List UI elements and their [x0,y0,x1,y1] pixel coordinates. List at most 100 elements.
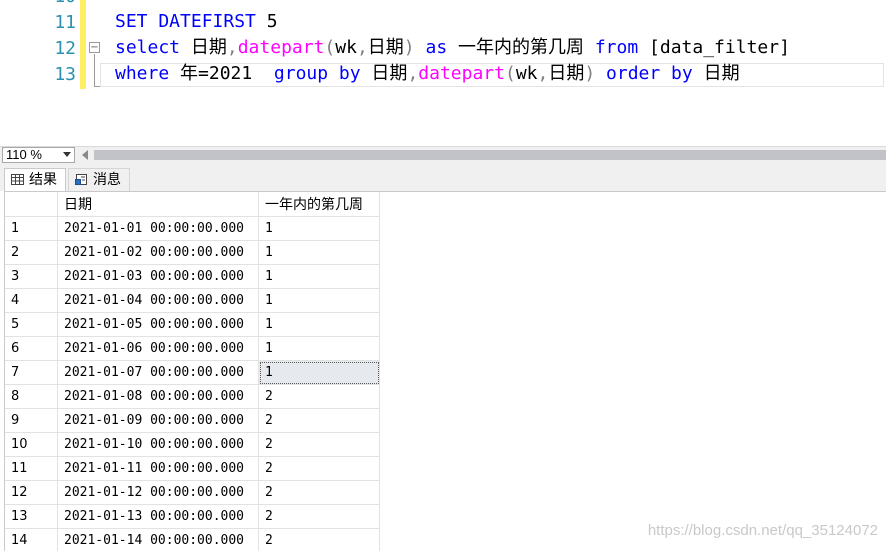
table-row[interactable]: 62021-01-06 00:00:00.0001 [5,337,380,361]
change-indicator-bar [80,0,86,89]
week-cell[interactable]: 2 [259,505,380,529]
function-arg: wk [335,37,357,58]
row-number-cell[interactable]: 14 [5,529,58,551]
table-name: [data_filter] [638,37,790,58]
week-cell[interactable]: 2 [259,529,380,551]
table-row[interactable]: 42021-01-04 00:00:00.0001 [5,289,380,313]
row-number-cell[interactable]: 1 [5,217,58,241]
table-row[interactable]: 122021-01-12 00:00:00.0002 [5,481,380,505]
table-row[interactable]: 72021-01-07 00:00:00.0001 [5,361,380,385]
table-row[interactable]: 32021-01-03 00:00:00.0001 [5,265,380,289]
table-row[interactable]: 22021-01-02 00:00:00.0001 [5,241,380,265]
row-number-cell[interactable]: 6 [5,337,58,361]
table-row[interactable]: 82021-01-08 00:00:00.0002 [5,385,380,409]
horizontal-scrollbar-thumb[interactable] [94,150,886,160]
collapse-icon[interactable]: − [89,42,100,53]
row-number-cell[interactable]: 9 [5,409,58,433]
week-cell[interactable]: 1 [259,241,380,265]
table-row[interactable]: 92021-01-09 00:00:00.0002 [5,409,380,433]
week-cell[interactable]: 1 [259,217,380,241]
date-cell[interactable]: 2021-01-02 00:00:00.000 [58,241,259,265]
column-header-week[interactable]: 一年内的第几周 [259,192,380,217]
function-name: datepart [238,37,325,58]
table-row[interactable]: 142021-01-14 00:00:00.0002 [5,529,380,551]
results-grid[interactable]: 日期 一年内的第几周 12021-01-01 00:00:00.00012202… [4,191,886,551]
messages-icon [75,174,88,185]
week-cell[interactable]: 2 [259,409,380,433]
row-number-cell[interactable]: 4 [5,289,58,313]
keyword-from: from [595,37,638,58]
week-cell[interactable]: 1 [259,313,380,337]
comma: , [357,37,368,58]
code-line-12[interactable]: select 日期,datepart(wk,日期) as 一年内的第几周 fro… [115,36,790,60]
row-number-cell[interactable]: 13 [5,505,58,529]
function-arg: wk [516,63,538,84]
keyword: SET DATEFIRST [115,11,256,32]
results-tab-bar: 结果 消息 [0,164,886,191]
week-cell[interactable]: 1 [259,361,380,385]
date-cell[interactable]: 2021-01-07 00:00:00.000 [58,361,259,385]
table-row[interactable]: 12021-01-01 00:00:00.0001 [5,217,380,241]
date-cell[interactable]: 2021-01-09 00:00:00.000 [58,409,259,433]
zoom-select[interactable]: 110 % [2,147,75,163]
date-cell[interactable]: 2021-01-04 00:00:00.000 [58,289,259,313]
week-cell[interactable]: 1 [259,289,380,313]
row-number-cell[interactable]: 8 [5,385,58,409]
watermark-text: https://blog.csdn.net/qq_35124072 [648,522,878,539]
column-header-date[interactable]: 日期 [58,192,259,217]
scroll-left-icon[interactable] [82,150,88,160]
date-cell[interactable]: 2021-01-06 00:00:00.000 [58,337,259,361]
date-cell[interactable]: 2021-01-12 00:00:00.000 [58,481,259,505]
function-arg: 日期 [368,37,404,58]
keyword-group-by: group by [274,63,361,84]
date-cell[interactable]: 2021-01-01 00:00:00.000 [58,217,259,241]
date-cell[interactable]: 2021-01-11 00:00:00.000 [58,457,259,481]
row-number-cell[interactable]: 11 [5,457,58,481]
line-number: 10 [40,0,76,7]
code-line-13[interactable]: where 年=2021 group by 日期,datepart(wk,日期)… [115,62,740,86]
week-cell[interactable]: 1 [259,337,380,361]
row-number-cell[interactable]: 5 [5,313,58,337]
function-arg: 日期 [548,63,584,84]
row-number-cell[interactable]: 12 [5,481,58,505]
tab-messages[interactable]: 消息 [68,168,130,191]
tab-results[interactable]: 结果 [4,168,66,191]
date-cell[interactable]: 2021-01-13 00:00:00.000 [58,505,259,529]
column-name: 日期 [361,63,408,84]
week-cell[interactable]: 2 [259,457,380,481]
row-number-cell[interactable]: 3 [5,265,58,289]
week-cell[interactable]: 2 [259,481,380,505]
line-number: 11 [40,12,76,33]
header-row: 日期 一年内的第几周 [5,192,380,217]
paren: ) [404,37,415,58]
table-row[interactable]: 132021-01-13 00:00:00.0002 [5,505,380,529]
date-cell[interactable]: 2021-01-05 00:00:00.000 [58,313,259,337]
sql-editor[interactable]: 10 11 12 13 − SET DATEFIRST 5 select 日期,… [0,0,886,146]
keyword-as: as [415,37,448,58]
code-line-11[interactable]: SET DATEFIRST 5 [115,10,278,34]
row-number-cell[interactable]: 2 [5,241,58,265]
date-cell[interactable]: 2021-01-03 00:00:00.000 [58,265,259,289]
week-cell[interactable]: 1 [259,265,380,289]
date-cell[interactable]: 2021-01-08 00:00:00.000 [58,385,259,409]
row-number-cell[interactable]: 7 [5,361,58,385]
keyword-select: select [115,37,180,58]
tab-results-label: 结果 [29,172,57,188]
date-cell[interactable]: 2021-01-14 00:00:00.000 [58,529,259,551]
row-number-header[interactable] [5,192,58,217]
table-row[interactable]: 112021-01-11 00:00:00.0002 [5,457,380,481]
line-number: 13 [40,64,76,85]
week-cell[interactable]: 2 [259,433,380,457]
line-number: 12 [40,38,76,59]
keyword-where: where [115,63,169,84]
chevron-down-icon[interactable] [63,152,71,157]
where-condition: 年=2021 [169,63,274,84]
table-row[interactable]: 102021-01-10 00:00:00.0002 [5,433,380,457]
row-number-cell[interactable]: 10 [5,433,58,457]
comma: , [538,63,549,84]
date-cell[interactable]: 2021-01-10 00:00:00.000 [58,433,259,457]
week-cell[interactable]: 2 [259,385,380,409]
number-literal: 5 [256,11,278,32]
grid-icon [11,174,24,185]
table-row[interactable]: 52021-01-05 00:00:00.0001 [5,313,380,337]
